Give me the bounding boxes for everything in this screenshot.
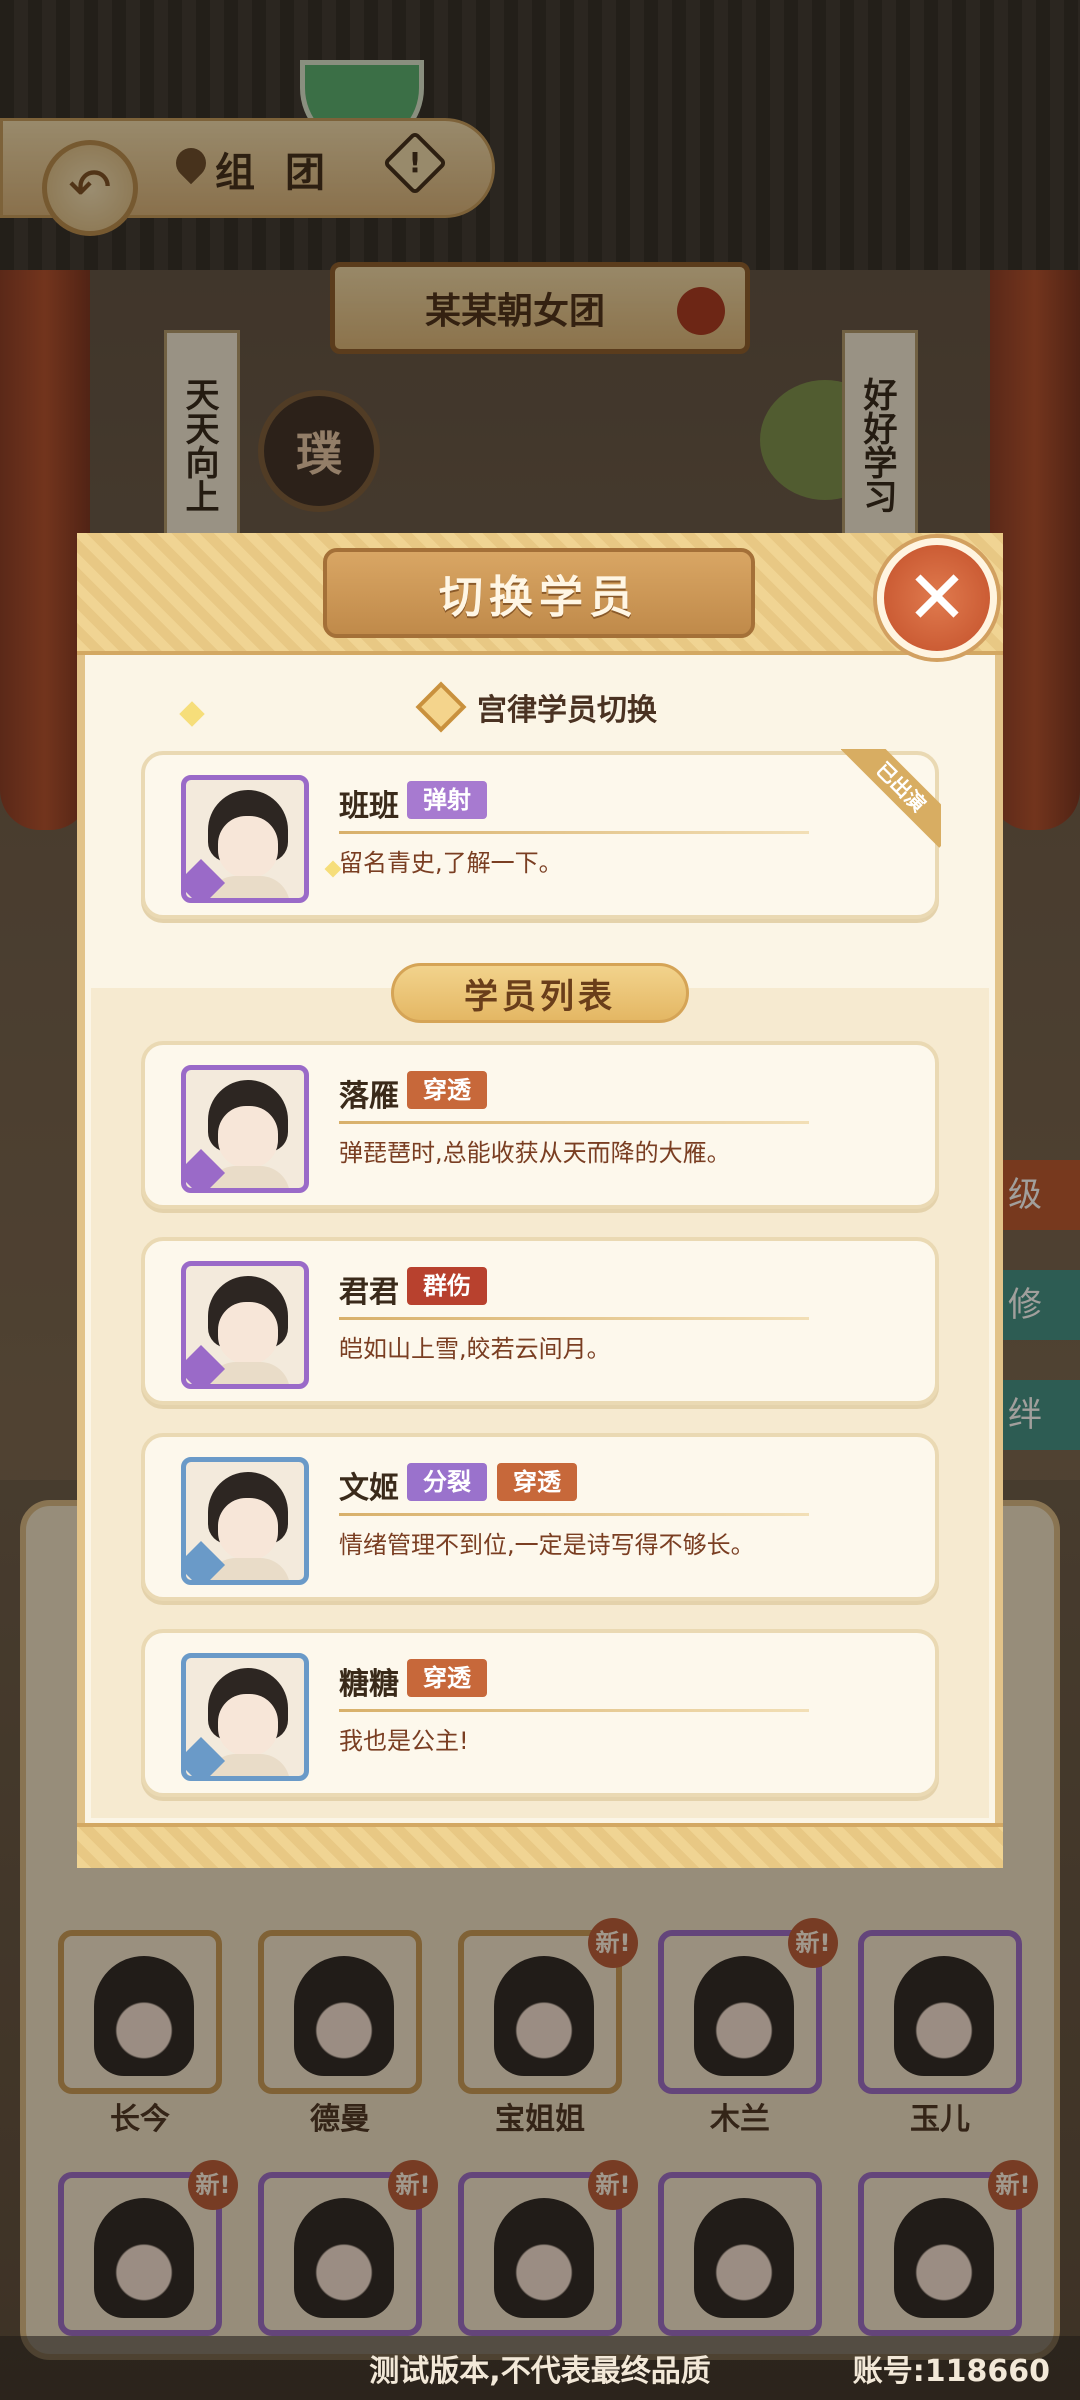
- current-student-card[interactable]: 班班 弹射 留名青史,了解一下。 已出演: [141, 749, 941, 919]
- skill-tags: 群伤: [407, 1267, 487, 1305]
- portrait-face: [218, 1106, 278, 1168]
- skill-tags: 弹射: [407, 781, 487, 819]
- divider: [339, 1513, 809, 1516]
- skill-tag: 群伤: [407, 1267, 487, 1305]
- student-name: 君君: [339, 1275, 399, 1310]
- portrait-face: [218, 1302, 278, 1364]
- skill-tag: 分裂: [407, 1463, 487, 1501]
- portrait-face: [218, 1694, 278, 1756]
- divider: [339, 1121, 809, 1124]
- student-desc: 我也是公主!: [339, 1727, 469, 1755]
- skill-tag: 穿透: [497, 1463, 577, 1501]
- music-diamond-icon: [415, 681, 467, 733]
- skill-tag: 弹射: [407, 781, 487, 819]
- modal-footer: [77, 1823, 1003, 1868]
- student-portrait: [181, 1261, 309, 1389]
- divider: [339, 1709, 809, 1712]
- performed-ribbon: 已出演: [841, 749, 941, 849]
- student-name: 落雁: [339, 1079, 399, 1114]
- portrait-face: [218, 816, 278, 878]
- divider: [339, 831, 809, 834]
- student-portrait: [181, 1065, 309, 1193]
- student-name: 文姬: [339, 1471, 399, 1506]
- skill-tags: 分裂 穿透: [407, 1463, 577, 1501]
- student-desc: 情绪管理不到位,一定是诗写得不够长。: [339, 1531, 755, 1559]
- account-id: 账号:118660: [852, 2354, 1050, 2389]
- skill-tag: 穿透: [407, 1659, 487, 1697]
- modal-title: 切换学员: [439, 572, 639, 623]
- student-card[interactable]: 糖糖 穿透 我也是公主!: [141, 1629, 939, 1797]
- portrait-face: [218, 1498, 278, 1560]
- student-card[interactable]: 君君 群伤 皑如山上雪,皎若云间月。: [141, 1237, 939, 1405]
- student-desc: 留名青史,了解一下。: [339, 849, 563, 877]
- current-section-label: 宫律学员切换: [477, 693, 657, 728]
- current-section-header: 宫律学员切换: [77, 681, 1003, 733]
- student-list-header: 学员列表: [391, 963, 689, 1023]
- ribbon-label: 已出演: [841, 749, 941, 848]
- close-icon: ✕: [905, 555, 968, 641]
- student-name: 糖糖: [339, 1667, 399, 1702]
- divider: [339, 1317, 809, 1320]
- student-desc: 皑如山上雪,皎若云间月。: [339, 1335, 611, 1363]
- skill-tags: 穿透: [407, 1659, 487, 1697]
- skill-tag: 穿透: [407, 1071, 487, 1109]
- student-name: 班班: [339, 789, 399, 824]
- student-list-title: 学员列表: [464, 976, 616, 1017]
- student-card[interactable]: 文姬 分裂 穿透 情绪管理不到位,一定是诗写得不够长。: [141, 1433, 939, 1601]
- student-desc: 弹琵琶时,总能收获从天而降的大雁。: [339, 1139, 731, 1167]
- student-portrait: [181, 1457, 309, 1585]
- student-portrait: [181, 1653, 309, 1781]
- switch-student-modal: 切换学员 ✕ 宫律学员切换 班班 弹射 留名青史,了解一下。 已出演 学员列表: [77, 533, 1003, 1868]
- student-card[interactable]: 落雁 穿透 弹琵琶时,总能收获从天而降的大雁。: [141, 1041, 939, 1209]
- close-button[interactable]: ✕: [877, 538, 997, 658]
- skill-tags: 穿透: [407, 1071, 487, 1109]
- modal-title-plate: 切换学员: [323, 548, 755, 638]
- student-portrait: [181, 775, 309, 903]
